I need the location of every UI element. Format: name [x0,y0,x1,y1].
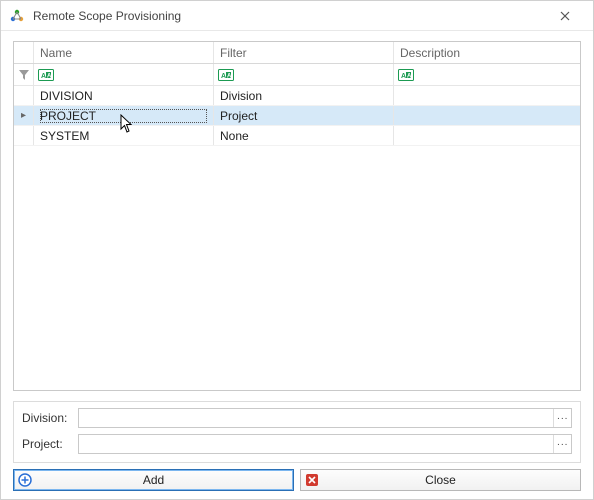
cell-description[interactable] [394,106,580,125]
grid-header-row: Name Filter Description [14,42,580,64]
svg-text:A: A [227,73,232,79]
plus-circle-icon [18,473,32,487]
svg-text:A: A [407,73,412,79]
window-close-button[interactable] [545,2,585,30]
cell-name[interactable]: PROJECT [34,106,214,125]
cell-name[interactable]: DIVISION [34,86,214,105]
button-row: Add Close [13,469,581,491]
svg-text:A: A [401,73,406,80]
filter-cell-name[interactable]: A A [34,64,214,85]
project-browse-button[interactable]: ··· [553,435,571,453]
window-title: Remote Scope Provisioning [33,9,545,23]
svg-text:A: A [47,73,52,79]
project-row: Project: ··· [22,434,572,454]
text-filter-icon: A A [218,69,234,81]
row-indicator [14,126,34,145]
scope-grid[interactable]: Name Filter Description A A [13,41,581,391]
division-browse-button[interactable]: ··· [553,409,571,427]
division-row: Division: ··· [22,408,572,428]
cell-filter[interactable]: None [214,126,394,145]
cell-filter[interactable]: Division [214,86,394,105]
grid-header-name[interactable]: Name [34,42,214,63]
text-filter-icon: A A [398,69,414,81]
grid-header-filter[interactable]: Filter [214,42,394,63]
table-row[interactable]: DIVISIONDivision [14,86,580,106]
cell-description[interactable] [394,86,580,105]
project-label: Project: [22,437,72,451]
table-row[interactable]: ▸PROJECTProject [14,106,580,126]
division-label: Division: [22,411,72,425]
close-square-icon [305,473,319,487]
filter-cell-description[interactable]: A A [394,64,580,85]
close-button[interactable]: Close [300,469,581,491]
division-input[interactable] [79,409,553,427]
division-input-wrap: ··· [78,408,572,428]
row-indicator: ▸ [14,106,34,125]
text-filter-icon: A A [38,69,54,81]
row-indicator [14,86,34,105]
title-bar: Remote Scope Provisioning [1,1,593,31]
grid-body: DIVISIONDivision▸PROJECTProjectSYSTEMNon… [14,86,580,390]
svg-text:A: A [41,73,46,80]
close-button-label: Close [425,473,456,487]
app-icon [9,8,25,24]
project-input-wrap: ··· [78,434,572,454]
grid-header-indicator [14,42,34,63]
grid-header-description[interactable]: Description [394,42,580,63]
content-area: Name Filter Description A A [1,31,593,499]
cell-filter[interactable]: Project [214,106,394,125]
filter-funnel-icon[interactable] [14,64,34,85]
grid-filter-row: A A A A [14,64,580,86]
cell-description[interactable] [394,126,580,145]
svg-text:A: A [221,73,226,80]
project-input[interactable] [79,435,553,453]
filter-cell-filter[interactable]: A A [214,64,394,85]
cell-name[interactable]: SYSTEM [34,126,214,145]
add-button-label: Add [143,473,164,487]
add-button[interactable]: Add [13,469,294,491]
table-row[interactable]: SYSTEMNone [14,126,580,146]
form-area: Division: ··· Project: ··· [13,401,581,463]
